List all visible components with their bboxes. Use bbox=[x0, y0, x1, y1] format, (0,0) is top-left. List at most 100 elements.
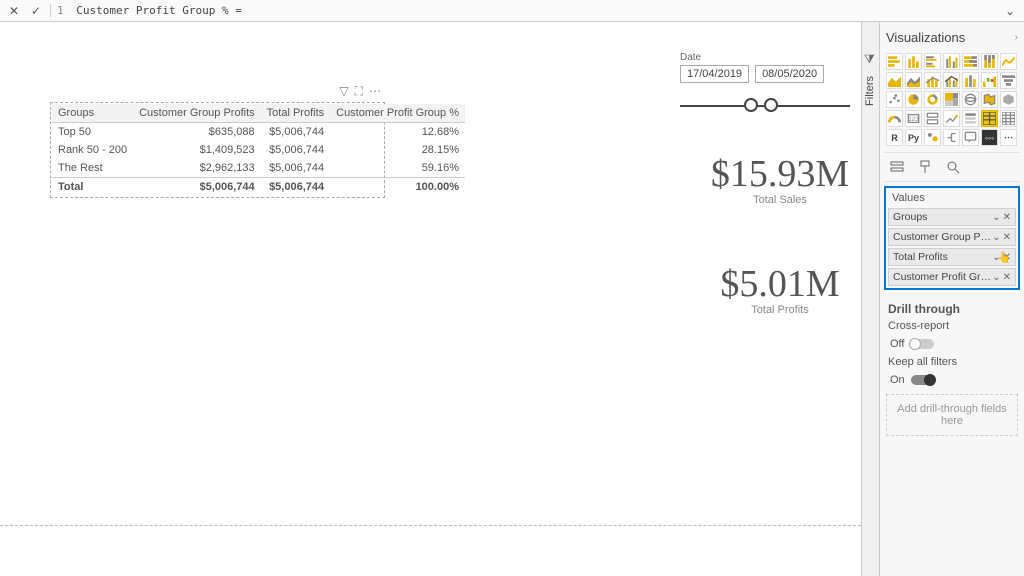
viz-custom-icon[interactable]: ◦◦◦ bbox=[981, 129, 998, 146]
viz-stacked-column-icon[interactable] bbox=[905, 53, 922, 70]
format-tab-icon[interactable] bbox=[916, 159, 934, 175]
formula-text[interactable]: 1 Customer Profit Group % = bbox=[50, 4, 996, 17]
viz-key-influencers-icon[interactable] bbox=[924, 129, 941, 146]
viz-funnel-icon[interactable] bbox=[1000, 72, 1017, 89]
total-sales-value: $15.93M bbox=[700, 152, 860, 196]
date-slicer-visual[interactable]: Date 17/04/2019 08/05/2020 bbox=[680, 52, 850, 115]
filters-tab-label: Filters bbox=[864, 76, 876, 106]
viz-r-icon[interactable]: R bbox=[886, 129, 903, 146]
date-slicer-boxes: 17/04/2019 08/05/2020 bbox=[680, 65, 850, 83]
viz-line-clustered-icon[interactable] bbox=[943, 72, 960, 89]
table-visual[interactable]: ▽ ⛶ ⋯ Groups Customer Group Profits Tota… bbox=[50, 102, 385, 198]
cancel-formula-button[interactable]: ✕ bbox=[6, 3, 22, 19]
viz-100-column-icon[interactable] bbox=[981, 53, 998, 70]
collapse-pane-icon[interactable]: › bbox=[1015, 32, 1018, 43]
viz-line-column-icon[interactable] bbox=[924, 72, 941, 89]
analytics-tab-icon[interactable] bbox=[944, 159, 962, 175]
keep-filters-label: Keep all filters bbox=[884, 354, 1020, 370]
cross-report-label: Cross-report bbox=[884, 318, 1020, 334]
visualizations-title: Visualizations bbox=[886, 30, 965, 45]
viz-area-icon[interactable] bbox=[886, 72, 903, 89]
table-row[interactable]: Rank 50 - 200 $1,409,523 $5,006,744 28.1… bbox=[52, 141, 465, 159]
viz-card-icon[interactable]: 123 bbox=[905, 110, 922, 127]
chevron-down-icon[interactable]: ⌄ bbox=[992, 272, 1000, 283]
viz-import-icon[interactable]: ⋯ bbox=[1000, 129, 1017, 146]
viz-stacked-bar-icon[interactable] bbox=[886, 53, 903, 70]
field-pill-total-profits[interactable]: Total Profits ⌄✕ 👆 bbox=[888, 248, 1016, 266]
viz-multi-card-icon[interactable] bbox=[924, 110, 941, 127]
expand-formula-button[interactable]: ⌄ bbox=[1002, 3, 1018, 19]
viz-treemap-icon[interactable] bbox=[943, 91, 960, 108]
table-total-row[interactable]: Total $5,006,744 $5,006,744 100.00% bbox=[52, 178, 465, 197]
field-pill-groups[interactable]: Groups ⌄✕ bbox=[888, 208, 1016, 226]
viz-clustered-column-icon[interactable] bbox=[943, 53, 960, 70]
viz-clustered-bar-icon[interactable] bbox=[924, 53, 941, 70]
field-pill-customer-group-profits[interactable]: Customer Group Profits ⌄✕ bbox=[888, 228, 1016, 246]
column-header[interactable]: Customer Profit Group % bbox=[330, 104, 465, 123]
date-to-input[interactable]: 08/05/2020 bbox=[755, 65, 824, 83]
filters-pane-collapsed[interactable]: ⧩ Filters bbox=[861, 22, 879, 576]
fields-tab-icon[interactable] bbox=[888, 159, 906, 175]
column-header[interactable]: Total Profits bbox=[261, 104, 330, 123]
viz-slicer-icon[interactable] bbox=[962, 110, 979, 127]
remove-field-icon[interactable]: ✕ bbox=[1003, 212, 1011, 223]
values-well: Values Groups ⌄✕ Customer Group Profits … bbox=[884, 186, 1020, 290]
app-root: ✕ ✓ 1 Customer Profit Group % = ⌄ Date 1… bbox=[0, 0, 1024, 576]
keep-filters-toggle[interactable]: On bbox=[884, 370, 1020, 390]
date-slicer-track[interactable] bbox=[680, 97, 850, 115]
report-canvas[interactable]: Date 17/04/2019 08/05/2020 $15.93M Total… bbox=[0, 22, 861, 576]
visualization-gallery: 123 R Py ◦◦◦ ⋯ bbox=[884, 51, 1020, 152]
slider-knob-start[interactable] bbox=[744, 98, 758, 112]
filter-icon[interactable]: ▽ bbox=[339, 84, 348, 99]
remove-field-icon[interactable]: ✕ bbox=[1003, 272, 1011, 283]
formula-bar: ✕ ✓ 1 Customer Profit Group % = ⌄ bbox=[0, 0, 1024, 22]
viz-ribbon-icon[interactable] bbox=[962, 72, 979, 89]
remove-field-icon[interactable]: ✕ bbox=[1003, 232, 1011, 243]
viz-kpi-icon[interactable] bbox=[943, 110, 960, 127]
viz-100-bar-icon[interactable] bbox=[962, 53, 979, 70]
commit-formula-button[interactable]: ✓ bbox=[28, 3, 44, 19]
viz-gauge-icon[interactable] bbox=[886, 110, 903, 127]
total-sales-card[interactable]: $15.93M Total Sales bbox=[700, 152, 860, 206]
cross-report-toggle[interactable]: Off bbox=[884, 334, 1020, 354]
viz-stacked-area-icon[interactable] bbox=[905, 72, 922, 89]
formula-content: Customer Profit Group % = bbox=[76, 4, 242, 17]
viz-table-icon[interactable] bbox=[981, 110, 998, 127]
table-row[interactable]: The Rest $2,962,133 $5,006,744 59.16% bbox=[52, 159, 465, 178]
drill-through-section: Drill through Cross-report Off Keep all … bbox=[884, 300, 1020, 436]
viz-python-icon[interactable]: Py bbox=[905, 129, 922, 146]
viz-filled-map-icon[interactable] bbox=[981, 91, 998, 108]
total-profits-card[interactable]: $5.01M Total Profits bbox=[700, 262, 860, 316]
viz-decomp-icon[interactable] bbox=[943, 129, 960, 146]
remove-field-icon[interactable]: ✕ bbox=[1003, 252, 1011, 263]
focus-mode-icon[interactable]: ⛶ bbox=[355, 84, 363, 99]
viz-waterfall-icon[interactable] bbox=[981, 72, 998, 89]
table-row[interactable]: Top 50 $635,088 $5,006,744 12.68% bbox=[52, 123, 465, 142]
field-pill-customer-profit-group-pct[interactable]: Customer Profit Group % ⌄✕ bbox=[888, 268, 1016, 286]
slider-knob-end[interactable] bbox=[764, 98, 778, 112]
chevron-down-icon[interactable]: ⌄ bbox=[992, 212, 1000, 223]
drill-through-title: Drill through bbox=[884, 300, 1020, 318]
date-from-input[interactable]: 17/04/2019 bbox=[680, 65, 749, 83]
viz-pie-icon[interactable] bbox=[905, 91, 922, 108]
column-header[interactable]: Customer Group Profits bbox=[133, 104, 261, 123]
viz-scatter-icon[interactable] bbox=[886, 91, 903, 108]
viz-map-icon[interactable] bbox=[962, 91, 979, 108]
viz-qa-icon[interactable] bbox=[962, 129, 979, 146]
chevron-down-icon[interactable]: ⌄ bbox=[992, 232, 1000, 243]
visual-header-toolbar: ▽ ⛶ ⋯ bbox=[339, 84, 381, 99]
date-slicer-label: Date bbox=[680, 52, 850, 63]
viz-shape-map-icon[interactable] bbox=[1000, 91, 1017, 108]
viz-matrix-icon[interactable] bbox=[1000, 110, 1017, 127]
table-header-row: Groups Customer Group Profits Total Prof… bbox=[52, 104, 465, 123]
column-header[interactable]: Groups bbox=[52, 104, 133, 123]
data-table: Groups Customer Group Profits Total Prof… bbox=[52, 104, 465, 196]
more-options-icon[interactable]: ⋯ bbox=[369, 84, 381, 99]
formula-line-number: 1 bbox=[57, 4, 64, 17]
viz-donut-icon[interactable] bbox=[924, 91, 941, 108]
drill-drop-zone[interactable]: Add drill-through fields here bbox=[886, 394, 1018, 436]
visualizations-header: Visualizations › bbox=[884, 26, 1020, 51]
chevron-down-icon[interactable]: ⌄ bbox=[992, 252, 1000, 263]
total-profits-value: $5.01M bbox=[700, 262, 860, 306]
viz-line-icon[interactable] bbox=[1000, 53, 1017, 70]
